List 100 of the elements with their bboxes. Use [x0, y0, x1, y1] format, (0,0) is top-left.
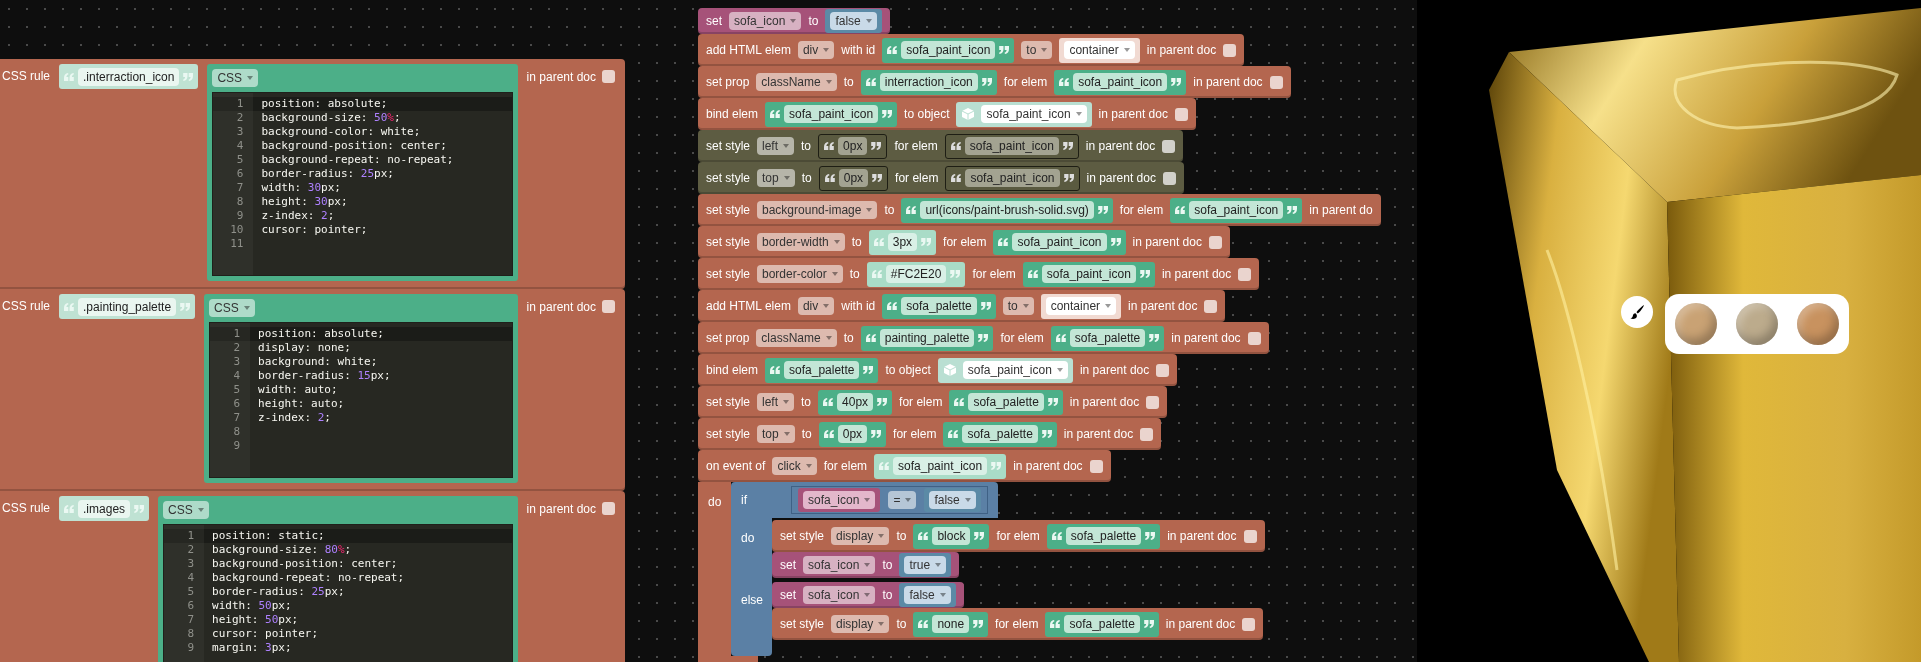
block-label: set style [706, 139, 750, 153]
material-swatch[interactable] [1736, 303, 1778, 345]
text-field[interactable]: url(icons/paint-brush-solid.svg) [920, 201, 1094, 219]
caret-icon [1056, 368, 1063, 372]
text-field[interactable]: .images [78, 499, 131, 518]
text-field[interactable]: 40px [837, 393, 874, 411]
checkbox[interactable] [1146, 395, 1160, 409]
text-field[interactable]: sofa_palette [968, 393, 1044, 411]
text-field[interactable]: sofa_palette [1065, 527, 1142, 545]
checkbox[interactable] [602, 70, 615, 83]
dropdown[interactable]: container [1064, 41, 1135, 59]
line-number: 3 [232, 355, 242, 369]
dropdown[interactable]: div [797, 41, 835, 59]
open-quote-icon [865, 334, 876, 342]
checkbox[interactable] [1174, 107, 1188, 121]
dropdown[interactable]: container [1045, 297, 1117, 315]
checkbox[interactable] [1242, 617, 1256, 631]
dropdown[interactable]: CSS [163, 501, 209, 519]
code-editor[interactable] [212, 92, 513, 276]
checkbox[interactable] [1140, 427, 1154, 441]
text-field[interactable]: 0px [837, 425, 868, 443]
open-quote-icon [1027, 270, 1038, 278]
checkbox[interactable] [1238, 267, 1252, 281]
close-quote-icon [1287, 206, 1298, 214]
code-editor[interactable]: 1 position: static; 2 background-size: 80%; 3 background-position: center; 4 background-repeat: no-repeat; 5 border-radius: 25px; 6 width: 50px; 7 height: 50px; 8 cursor: pointer; 9 margin: 3px; [163, 524, 513, 662]
checkbox[interactable] [602, 502, 615, 515]
material-swatch[interactable] [1675, 303, 1717, 345]
block-label: for elem [1119, 203, 1164, 217]
line-number: 8 [235, 195, 245, 209]
dropdown[interactable]: = [888, 491, 917, 509]
dropdown[interactable]: sofa_icon [729, 12, 802, 30]
text-field[interactable]: #FC2E20 [885, 265, 947, 283]
text-field[interactable]: .painting_palette [78, 297, 177, 316]
checkbox[interactable] [1223, 43, 1237, 57]
text-field[interactable]: sofa_paint_icon [901, 41, 996, 59]
checkbox[interactable] [1269, 75, 1283, 89]
dropdown[interactable]: click [772, 457, 817, 475]
close-quote-icon [1110, 238, 1121, 246]
checkbox[interactable] [1208, 235, 1222, 249]
text-field[interactable]: sofa_palette [962, 425, 1038, 443]
dropdown[interactable]: sofa_icon [803, 586, 876, 604]
caret-icon [864, 563, 871, 567]
open-quote-icon [998, 238, 1009, 246]
text-field[interactable]: sofa_paint_icon [1012, 233, 1107, 251]
close-quote-icon [921, 238, 932, 246]
dropdown[interactable]: className [756, 73, 837, 91]
dropdown[interactable]: sofa_paint_icon [981, 105, 1087, 123]
close-quote-icon [871, 142, 882, 150]
checkbox[interactable] [1204, 299, 1218, 313]
text-field[interactable]: block [932, 527, 971, 545]
dropdown[interactable]: CSS [209, 299, 255, 317]
code-line: cursor: pointer; [260, 223, 369, 237]
dropdown[interactable]: display [831, 527, 890, 545]
text-field[interactable]: sofa_paint_icon [1189, 201, 1284, 219]
dropdown[interactable]: false [830, 12, 877, 30]
text-field[interactable]: sofa_palette [1064, 615, 1140, 633]
text-field[interactable]: none [932, 615, 970, 633]
code-line: border-radius: 25px; [260, 167, 395, 181]
checkbox[interactable] [1089, 459, 1103, 473]
dropdown[interactable]: border-color [757, 265, 843, 283]
block-label: for elem [995, 617, 1039, 631]
block-label: for elem [1000, 331, 1044, 345]
text-field[interactable]: sofa_palette [1069, 329, 1146, 347]
open-quote-icon [770, 110, 781, 118]
dropdown[interactable]: top [757, 425, 795, 443]
caret-icon [964, 498, 971, 502]
text-field[interactable]: sofa_palette [784, 361, 860, 379]
open-quote-icon [1175, 206, 1186, 214]
text-field[interactable]: .interraction_icon [78, 67, 180, 86]
text-field[interactable]: sofa_paint_icon [784, 105, 879, 123]
text-field[interactable]: painting_palette [879, 329, 975, 347]
text-field[interactable]: sofa_paint_icon [893, 457, 988, 475]
checkbox[interactable] [1156, 363, 1170, 377]
dropdown[interactable]: display [831, 615, 890, 633]
block-label: in parent doc [1193, 75, 1263, 89]
text-field[interactable]: 3px [887, 233, 918, 251]
dropdown[interactable]: className [756, 329, 837, 347]
checkbox[interactable] [1243, 529, 1257, 543]
text-field[interactable]: interraction_icon [879, 73, 978, 91]
dropdown[interactable]: sofa_icon [803, 556, 876, 574]
dropdown[interactable]: to [1021, 41, 1053, 59]
checkbox[interactable] [1247, 331, 1261, 345]
text-field[interactable]: sofa_paint_icon [1073, 73, 1168, 91]
dropdown[interactable]: sofa_paint_icon [962, 361, 1068, 379]
dropdown[interactable]: true [904, 556, 947, 574]
dropdown[interactable]: CSS [212, 69, 259, 87]
material-swatch[interactable] [1797, 303, 1839, 345]
block-label: for elem [996, 529, 1040, 543]
dropdown[interactable]: div [797, 297, 835, 315]
dropdown[interactable]: sofa_icon [803, 491, 876, 509]
text-field[interactable]: sofa_paint_icon [1041, 265, 1136, 283]
code-editor[interactable]: 1 position: absolute; 2 display: none; 3 background: white; 4 border-radius: 15px; 5 width: auto; 6 height: auto; 7 z-index: 2; 8 9 [209, 322, 513, 478]
dropdown[interactable]: false [904, 586, 951, 604]
dropdown[interactable]: to [1002, 297, 1034, 315]
dropdown[interactable]: false [929, 491, 976, 509]
dropdown[interactable]: border-width [757, 233, 845, 251]
checkbox[interactable] [602, 300, 615, 313]
text-field[interactable]: sofa_palette [901, 297, 977, 315]
dropdown[interactable]: background-image [757, 201, 878, 219]
dropdown[interactable]: left [757, 393, 795, 411]
